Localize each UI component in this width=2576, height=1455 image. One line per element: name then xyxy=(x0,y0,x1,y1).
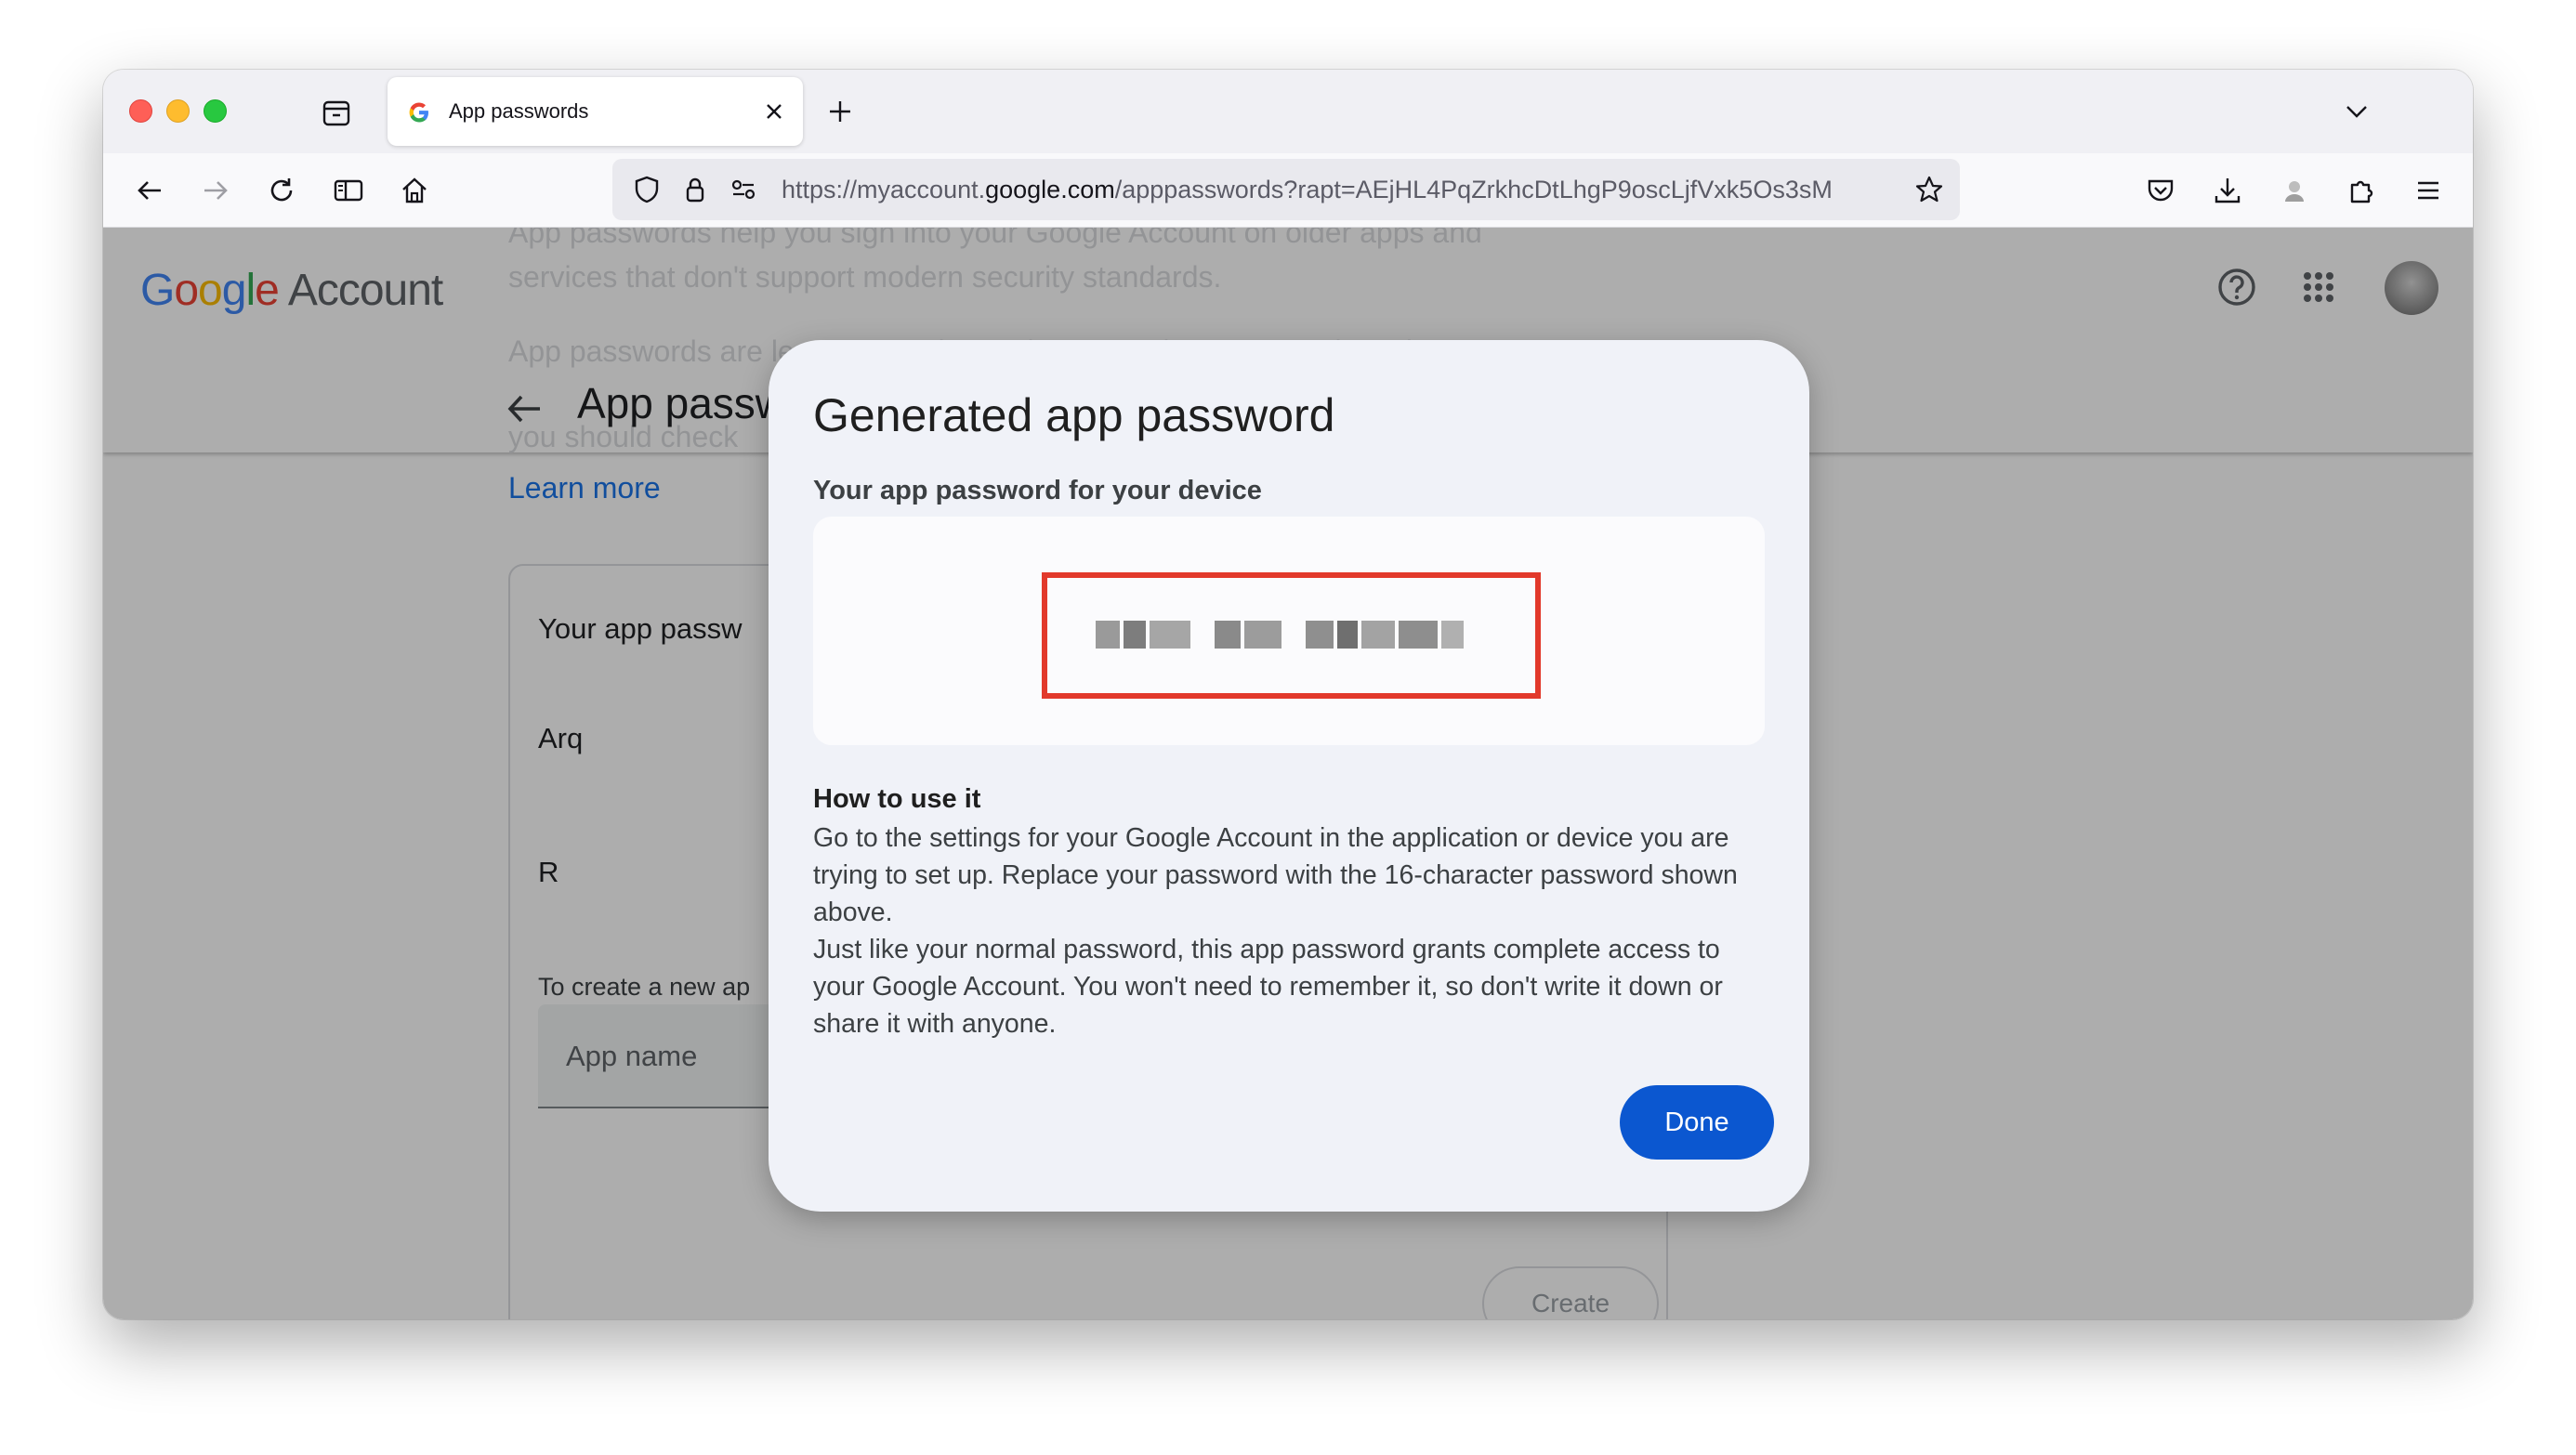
home-icon[interactable] xyxy=(398,174,431,207)
close-window-button[interactable] xyxy=(129,99,152,123)
how-to-use-line: trying to set up. Replace your password … xyxy=(813,860,1738,890)
url-host: google.com xyxy=(985,176,1115,203)
url-fade xyxy=(1848,166,1904,213)
firefox-view-icon[interactable] xyxy=(320,96,353,129)
reload-icon[interactable] xyxy=(265,174,298,207)
application-menu-icon[interactable] xyxy=(2412,174,2445,207)
url-text[interactable]: https://myaccount.google.com/apppassword… xyxy=(782,176,1906,204)
pocket-icon[interactable] xyxy=(2144,174,2177,207)
generated-app-password-dialog: Generated app password Your app password… xyxy=(769,340,1809,1212)
app-password-box[interactable] xyxy=(813,517,1765,745)
downloads-icon[interactable] xyxy=(2211,174,2244,207)
new-tab-icon[interactable] xyxy=(824,96,856,127)
how-to-use-line: your Google Account. You won't need to r… xyxy=(813,972,1723,1002)
sidebar-icon[interactable] xyxy=(332,174,365,207)
url-prefix: https://myaccount. xyxy=(782,176,986,203)
how-to-use-line: Just like your normal password, this app… xyxy=(813,935,1720,964)
minimize-window-button[interactable] xyxy=(166,99,190,123)
extensions-icon[interactable] xyxy=(2345,174,2378,207)
dialog-title: Generated app password xyxy=(813,389,1335,441)
zoom-window-button[interactable] xyxy=(204,99,227,123)
password-highlight-box xyxy=(1042,572,1541,699)
close-tab-icon[interactable] xyxy=(760,98,788,125)
tracking-protection-shield-icon[interactable] xyxy=(631,174,663,205)
list-all-tabs-chevron-icon[interactable] xyxy=(2341,96,2372,127)
bookmark-star-icon[interactable] xyxy=(1913,174,1945,205)
how-to-use-line: share it with anyone. xyxy=(813,1009,1057,1039)
lock-icon[interactable] xyxy=(679,174,711,205)
address-bar[interactable]: https://myaccount.google.com/apppassword… xyxy=(612,159,1960,220)
done-button[interactable]: Done xyxy=(1620,1085,1774,1160)
url-path: /apppasswords?rapt=AEjHL4PqZrkhcDtLhgP9o… xyxy=(1114,176,1833,203)
how-to-use-line: Go to the settings for your Google Accou… xyxy=(813,823,1729,853)
forward-arrow-icon[interactable] xyxy=(199,174,232,207)
how-to-use-line: above. xyxy=(813,898,893,927)
tab-app-passwords[interactable]: App passwords xyxy=(388,77,803,146)
tab-title: App passwords xyxy=(449,99,589,123)
permissions-icon[interactable] xyxy=(728,174,759,205)
navigation-toolbar: https://myaccount.google.com/apppassword… xyxy=(103,153,2473,228)
how-to-use-heading: How to use it xyxy=(813,784,981,814)
account-avatar-icon[interactable] xyxy=(2278,174,2311,207)
dialog-subtitle: Your app password for your device xyxy=(813,476,1262,505)
google-favicon-icon xyxy=(409,102,428,123)
redacted-password xyxy=(1096,617,1464,652)
back-arrow-icon[interactable] xyxy=(133,174,166,207)
tab-bar: App passwords xyxy=(103,70,2473,153)
